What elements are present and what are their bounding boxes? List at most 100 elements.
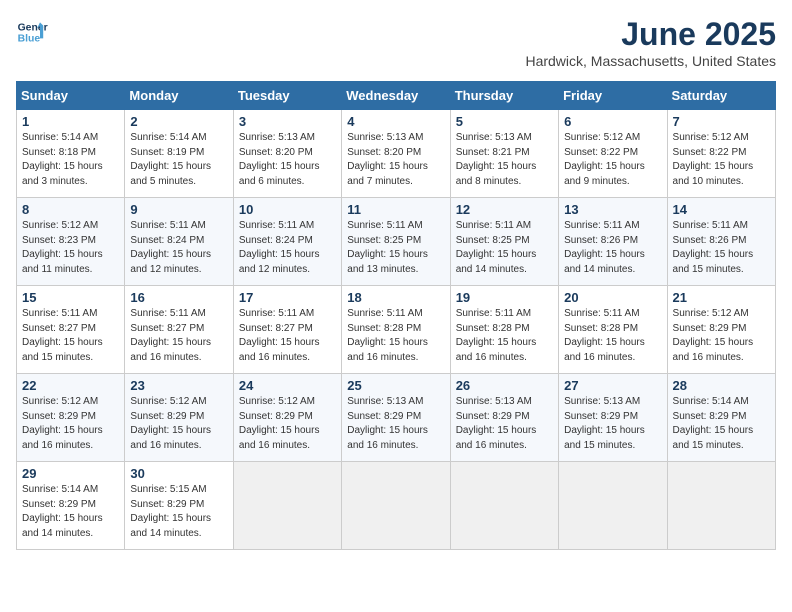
calendar-body: 1 Sunrise: 5:14 AMSunset: 8:18 PMDaylight… [17, 110, 776, 550]
header-saturday: Saturday [667, 82, 775, 110]
calendar-week-2: 8 Sunrise: 5:12 AMSunset: 8:23 PMDaylight… [17, 198, 776, 286]
day-number: 18 [347, 290, 444, 305]
header-friday: Friday [559, 82, 667, 110]
calendar-cell: 6 Sunrise: 5:12 AMSunset: 8:22 PMDaylight… [559, 110, 667, 198]
day-info: Sunrise: 5:13 AMSunset: 8:20 PMDaylight:… [239, 131, 336, 189]
logo: General Blue [16, 16, 48, 48]
calendar-cell: 11 Sunrise: 5:11 AMSunset: 8:25 PMDayligh… [342, 198, 450, 286]
day-info: Sunrise: 5:11 AMSunset: 8:27 PMDaylight:… [130, 307, 227, 365]
day-number: 29 [22, 466, 119, 481]
logo-icon: General Blue [16, 16, 48, 48]
day-info: Sunrise: 5:11 AMSunset: 8:25 PMDaylight:… [456, 219, 553, 277]
day-number: 21 [673, 290, 770, 305]
day-info: Sunrise: 5:11 AMSunset: 8:24 PMDaylight:… [239, 219, 336, 277]
day-info: Sunrise: 5:12 AMSunset: 8:29 PMDaylight:… [130, 395, 227, 453]
day-info: Sunrise: 5:14 AMSunset: 8:29 PMDaylight:… [22, 483, 119, 541]
day-info: Sunrise: 5:12 AMSunset: 8:29 PMDaylight:… [673, 307, 770, 365]
page-header: General Blue June 2025 Hardwick, Massach… [16, 16, 776, 69]
day-number: 12 [456, 202, 553, 217]
location: Hardwick, Massachusetts, United States [525, 53, 776, 69]
header-sunday: Sunday [17, 82, 125, 110]
day-number: 2 [130, 114, 227, 129]
calendar-cell: 26 Sunrise: 5:13 AMSunset: 8:29 PMDayligh… [450, 374, 558, 462]
day-info: Sunrise: 5:13 AMSunset: 8:20 PMDaylight:… [347, 131, 444, 189]
day-info: Sunrise: 5:12 AMSunset: 8:29 PMDaylight:… [239, 395, 336, 453]
day-number: 8 [22, 202, 119, 217]
calendar-cell [667, 462, 775, 550]
calendar-cell: 20 Sunrise: 5:11 AMSunset: 8:28 PMDayligh… [559, 286, 667, 374]
calendar-cell: 27Sunrise: 5:13 AMSunset: 8:29 PMDayligh… [559, 374, 667, 462]
day-number: 26 [456, 378, 553, 393]
calendar-cell: 16 Sunrise: 5:11 AMSunset: 8:27 PMDayligh… [125, 286, 233, 374]
day-number: 20 [564, 290, 661, 305]
header-wednesday: Wednesday [342, 82, 450, 110]
calendar-table: SundayMondayTuesdayWednesdayThursdayFrid… [16, 81, 776, 550]
month-title: June 2025 [525, 16, 776, 53]
calendar-cell: 29 Sunrise: 5:14 AMSunset: 8:29 PMDayligh… [17, 462, 125, 550]
day-info: Sunrise: 5:14 AMSunset: 8:19 PMDaylight:… [130, 131, 227, 189]
day-number: 3 [239, 114, 336, 129]
calendar-cell [233, 462, 341, 550]
calendar-cell: 12 Sunrise: 5:11 AMSunset: 8:25 PMDayligh… [450, 198, 558, 286]
day-info: Sunrise: 5:12 AMSunset: 8:22 PMDaylight:… [564, 131, 661, 189]
day-number: 6 [564, 114, 661, 129]
day-info: Sunrise: 5:12 AMSunset: 8:23 PMDaylight:… [22, 219, 119, 277]
calendar-cell: 2 Sunrise: 5:14 AMSunset: 8:19 PMDaylight… [125, 110, 233, 198]
day-info: Sunrise: 5:12 AMSunset: 8:22 PMDaylight:… [673, 131, 770, 189]
calendar-cell: 25 Sunrise: 5:13 AMSunset: 8:29 PMDayligh… [342, 374, 450, 462]
calendar-cell: 23Sunrise: 5:12 AMSunset: 8:29 PMDayligh… [125, 374, 233, 462]
day-info: Sunrise: 5:13 AMSunset: 8:21 PMDaylight:… [456, 131, 553, 189]
day-number: 5 [456, 114, 553, 129]
calendar-cell: 22Sunrise: 5:12 AMSunset: 8:29 PMDayligh… [17, 374, 125, 462]
calendar-cell [450, 462, 558, 550]
calendar-cell: 4 Sunrise: 5:13 AMSunset: 8:20 PMDaylight… [342, 110, 450, 198]
day-number: 25 [347, 378, 444, 393]
calendar-week-4: 22 Sunrise: 5:12 AMSunset: 8:29 PMDayligh… [17, 374, 776, 462]
day-info: Sunrise: 5:11 AMSunset: 8:25 PMDaylight:… [347, 219, 444, 277]
day-number: 14 [673, 202, 770, 217]
day-number: 19 [456, 290, 553, 305]
day-number: 30 [130, 466, 227, 481]
day-info: Sunrise: 5:11 AMSunset: 8:28 PMDaylight:… [564, 307, 661, 365]
day-info: Sunrise: 5:11 AMSunset: 8:28 PMDaylight:… [347, 307, 444, 365]
day-number: 15 [22, 290, 119, 305]
calendar-cell: 19 Sunrise: 5:11 AMSunset: 8:28 PMDayligh… [450, 286, 558, 374]
day-number: 22 [22, 378, 119, 393]
calendar-cell: 13Sunrise: 5:11 AMSunset: 8:26 PMDayligh… [559, 198, 667, 286]
day-number: 9 [130, 202, 227, 217]
day-info: Sunrise: 5:11 AMSunset: 8:27 PMDaylight:… [22, 307, 119, 365]
day-info: Sunrise: 5:13 AMSunset: 8:29 PMDaylight:… [456, 395, 553, 453]
calendar-cell: 21 Sunrise: 5:12 AMSunset: 8:29 PMDayligh… [667, 286, 775, 374]
day-info: Sunrise: 5:14 AMSunset: 8:29 PMDaylight:… [673, 395, 770, 453]
day-number: 11 [347, 202, 444, 217]
title-block: June 2025 Hardwick, Massachusetts, Unite… [525, 16, 776, 69]
day-info: Sunrise: 5:11 AMSunset: 8:27 PMDaylight:… [239, 307, 336, 365]
day-number: 27 [564, 378, 661, 393]
calendar-header: SundayMondayTuesdayWednesdayThursdayFrid… [17, 82, 776, 110]
day-number: 24 [239, 378, 336, 393]
calendar-cell: 15 Sunrise: 5:11 AMSunset: 8:27 PMDayligh… [17, 286, 125, 374]
calendar-cell: 30Sunrise: 5:15 AMSunset: 8:29 PMDayligh… [125, 462, 233, 550]
day-number: 7 [673, 114, 770, 129]
calendar-cell [559, 462, 667, 550]
calendar-cell: 17 Sunrise: 5:11 AMSunset: 8:27 PMDayligh… [233, 286, 341, 374]
day-number: 16 [130, 290, 227, 305]
day-number: 17 [239, 290, 336, 305]
calendar-cell: 9Sunrise: 5:11 AMSunset: 8:24 PMDaylight… [125, 198, 233, 286]
calendar-week-3: 15 Sunrise: 5:11 AMSunset: 8:27 PMDayligh… [17, 286, 776, 374]
day-info: Sunrise: 5:11 AMSunset: 8:28 PMDaylight:… [456, 307, 553, 365]
day-number: 1 [22, 114, 119, 129]
calendar-cell: 28 Sunrise: 5:14 AMSunset: 8:29 PMDayligh… [667, 374, 775, 462]
day-info: Sunrise: 5:14 AMSunset: 8:18 PMDaylight:… [22, 131, 119, 189]
calendar-cell: 24 Sunrise: 5:12 AMSunset: 8:29 PMDayligh… [233, 374, 341, 462]
calendar-cell: 1 Sunrise: 5:14 AMSunset: 8:18 PMDaylight… [17, 110, 125, 198]
calendar-cell [342, 462, 450, 550]
day-number: 28 [673, 378, 770, 393]
calendar-week-1: 1 Sunrise: 5:14 AMSunset: 8:18 PMDaylight… [17, 110, 776, 198]
svg-text:Blue: Blue [18, 34, 41, 45]
day-number: 13 [564, 202, 661, 217]
day-info: Sunrise: 5:13 AMSunset: 8:29 PMDaylight:… [347, 395, 444, 453]
day-number: 4 [347, 114, 444, 129]
svg-text:General: General [18, 22, 48, 33]
header-tuesday: Tuesday [233, 82, 341, 110]
